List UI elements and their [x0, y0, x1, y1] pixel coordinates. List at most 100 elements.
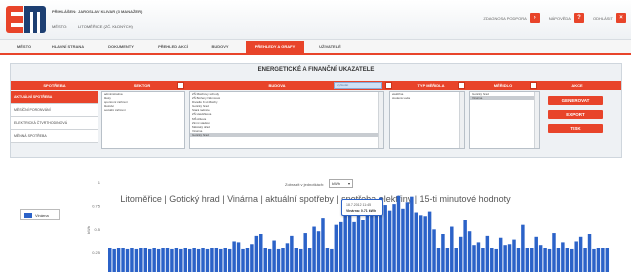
support-link[interactable]: ZDAGNOSA PODPORA: [483, 16, 526, 21]
building-listbox[interactable]: ZŠ Máchovy schody ZŠ Boženy Němcové Diva…: [189, 91, 384, 149]
chart-bar[interactable]: [116, 248, 121, 272]
chart-bar[interactable]: [303, 233, 307, 272]
chart-bar[interactable]: [227, 248, 232, 272]
chart-bar[interactable]: [383, 205, 387, 272]
chart-bar[interactable]: [334, 224, 339, 272]
tab-elektricka-ctvrthodinova[interactable]: ELEKTRICKÁ ČTVRTHODINOVÁ: [11, 117, 98, 130]
chart-bar[interactable]: [263, 248, 267, 272]
nav-item-uzivatele[interactable]: UŽIVATELÉ: [312, 41, 348, 53]
chart-bar[interactable]: [498, 237, 503, 272]
tab-menna-spotreba[interactable]: MĚNNÁ SPOTŘEBA: [11, 130, 98, 143]
chart-bar[interactable]: [112, 248, 116, 272]
chart-bar[interactable]: [174, 248, 179, 272]
chart-bar[interactable]: [596, 248, 601, 272]
chart-bar[interactable]: [538, 245, 543, 272]
chart-bar[interactable]: [219, 248, 223, 272]
chart-bar[interactable]: [241, 248, 245, 272]
chart-bar[interactable]: [605, 248, 610, 272]
chart-bar[interactable]: [276, 248, 281, 272]
chart-bar[interactable]: [210, 248, 214, 272]
chart-bar[interactable]: [205, 248, 210, 272]
print-button[interactable]: TISK: [548, 124, 603, 133]
chart-bar[interactable]: [365, 207, 370, 272]
help-link[interactable]: NÁPOVĚDA: [549, 16, 571, 21]
chart-bar[interactable]: [250, 244, 254, 272]
chart-bar[interactable]: [165, 248, 170, 272]
chart-bar[interactable]: [587, 234, 592, 272]
meter-type-listbox[interactable]: elektřina studená voda: [389, 91, 465, 149]
chart-bar[interactable]: [108, 248, 112, 272]
chart-bar[interactable]: [494, 248, 498, 272]
building-listbox-scrollbar[interactable]: [378, 92, 383, 148]
chart-bar[interactable]: [507, 244, 512, 272]
chart-bar[interactable]: [143, 248, 148, 272]
chart-legend[interactable]: Vinárna: [20, 209, 60, 220]
chart-bar[interactable]: [192, 248, 196, 272]
export-button[interactable]: EXPORT: [548, 110, 603, 119]
chart-bar[interactable]: [516, 248, 521, 272]
chart-bar[interactable]: [570, 248, 574, 272]
list-item-selected[interactable]: Vinárna: [470, 96, 539, 101]
chart-bar[interactable]: [134, 248, 139, 272]
list-item-selected[interactable]: Gotický hrad: [190, 132, 383, 138]
chart-bar[interactable]: [481, 248, 485, 272]
tab-mesicni-porovnani[interactable]: MĚSÍČNÍ PORONVÁNÍ: [11, 104, 98, 117]
chart-bar[interactable]: [418, 215, 423, 272]
chart-bar[interactable]: [285, 243, 290, 272]
chart-bar[interactable]: [445, 248, 450, 272]
chart-bar[interactable]: [521, 224, 525, 272]
help-icon[interactable]: ?: [573, 13, 584, 23]
chart-bar[interactable]: [561, 242, 565, 272]
chart-bar[interactable]: [525, 248, 530, 272]
chart-bar[interactable]: [601, 248, 605, 272]
meter-listbox-scrollbar[interactable]: [534, 92, 539, 148]
chart-bar[interactable]: [183, 248, 187, 272]
chart-bar[interactable]: [467, 231, 472, 272]
chart-bar[interactable]: [281, 248, 285, 272]
chart-bar[interactable]: [223, 248, 227, 272]
chart-bar[interactable]: [476, 242, 481, 272]
list-item[interactable]: sociální zařízení: [102, 108, 184, 112]
chart-bar[interactable]: [312, 226, 316, 272]
chart-bar[interactable]: [245, 248, 250, 272]
chart-bar[interactable]: [441, 234, 445, 272]
generate-button[interactable]: GENEROVAT: [548, 96, 603, 105]
chart-bar[interactable]: [214, 248, 219, 272]
chart-bar[interactable]: [259, 234, 263, 272]
chart-bar[interactable]: [574, 241, 578, 272]
chart-bar[interactable]: [130, 248, 134, 272]
chart-bar[interactable]: [236, 242, 241, 272]
chart-bar[interactable]: [405, 202, 410, 272]
chart-bar[interactable]: [423, 216, 427, 272]
chart-bar[interactable]: [450, 226, 454, 272]
chart-bar[interactable]: [330, 248, 334, 272]
chart-bar[interactable]: [534, 236, 538, 272]
chart-bar[interactable]: [463, 220, 467, 272]
chart-bar[interactable]: [339, 221, 343, 272]
chart-bar[interactable]: [294, 248, 299, 272]
nav-item-mesto[interactable]: MĚSTO: [10, 41, 38, 53]
support-icon[interactable]: ›: [529, 13, 540, 23]
chart-bar[interactable]: [352, 221, 356, 272]
chart-bar[interactable]: [396, 195, 401, 272]
chart-bar[interactable]: [458, 236, 463, 272]
chart-bar[interactable]: [196, 248, 201, 272]
chart-bar[interactable]: [530, 248, 534, 272]
nav-item-dokumenty[interactable]: DOKUMENTY: [100, 41, 142, 53]
chart-bar[interactable]: [552, 233, 556, 272]
chart-bar[interactable]: [152, 248, 156, 272]
chart-bar[interactable]: [325, 248, 330, 272]
meter-type-listbox-scrollbar[interactable]: [459, 92, 464, 148]
chart-bar[interactable]: [201, 248, 205, 272]
chart-bar[interactable]: [161, 248, 165, 272]
chart-bar[interactable]: [343, 208, 347, 272]
chart-bar[interactable]: [156, 248, 161, 272]
logout-link[interactable]: ODHLÁSIT: [593, 16, 613, 21]
chart-bar[interactable]: [578, 236, 583, 272]
chart-bar[interactable]: [543, 248, 547, 272]
building-select-all-checkbox[interactable]: [385, 82, 392, 89]
sector-listbox[interactable]: administrativa školy sportovní zařízení …: [101, 91, 185, 149]
chart-bar[interactable]: [170, 248, 174, 272]
sector-select-all-checkbox[interactable]: [177, 82, 184, 89]
chart-bar[interactable]: [427, 211, 432, 272]
